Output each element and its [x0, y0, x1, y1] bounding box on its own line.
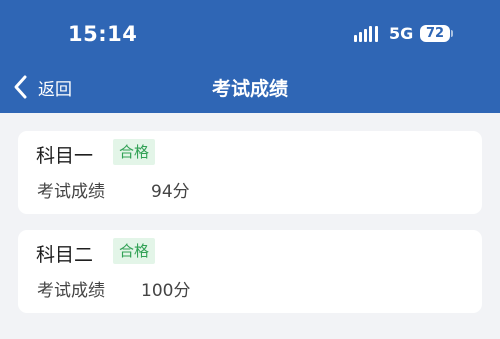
pass-badge: 合格	[113, 139, 156, 165]
score-value: 100分	[141, 281, 191, 301]
status-time: 15:14	[68, 22, 138, 46]
cellular-signal-icon	[354, 26, 378, 42]
subject-name: 科目一	[36, 145, 94, 167]
score-value: 94分	[151, 182, 190, 202]
subject-name: 科目二	[36, 244, 94, 266]
header-bar: 15:14 5G 72 返回 考试成绩	[0, 0, 500, 113]
score-label: 考试成绩	[37, 182, 105, 202]
network-type: 5G	[389, 24, 414, 43]
pass-badge: 合格	[113, 238, 156, 264]
page-title: 考试成绩	[211, 78, 288, 100]
result-card-subject-2[interactable]: 科目二 合格 考试成绩 100分	[18, 230, 482, 313]
score-label: 考试成绩	[37, 281, 105, 301]
battery-icon: 72	[420, 25, 453, 42]
result-card-subject-1[interactable]: 科目一 合格 考试成绩 94分	[18, 131, 482, 214]
battery-cap	[451, 30, 453, 37]
battery-level: 72	[420, 25, 450, 42]
